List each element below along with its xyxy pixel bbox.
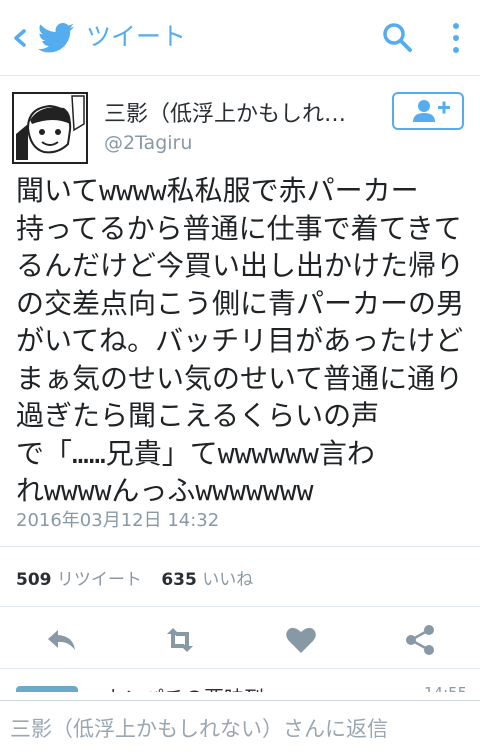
divider	[0, 668, 480, 669]
divider	[0, 606, 480, 607]
avatar-image	[14, 94, 86, 162]
divider	[0, 546, 480, 547]
tweet-line: 聞いてwwww私私服で赤パーカー	[16, 174, 419, 207]
tweet-line: 過ぎたら聞こえるくらいの声	[16, 399, 380, 432]
tweet-line: がいてね。バッチリ目があったけど	[16, 324, 464, 357]
back-icon[interactable]	[6, 22, 34, 54]
follow-user-icon	[413, 100, 450, 122]
tweet-author-header: 三影（低浮上かもしれ… @2Tagiru	[0, 86, 480, 166]
reply-input[interactable]: 三影（低浮上かもしれない）さんに返信	[10, 713, 388, 743]
author-name[interactable]: 三影（低浮上かもしれ…	[104, 96, 366, 128]
share-icon[interactable]	[402, 622, 438, 658]
tweet-actions	[0, 618, 480, 660]
retweet-count-label[interactable]: リツイート	[57, 570, 142, 590]
next-tweet-time: 14:55	[424, 684, 467, 692]
like-count[interactable]: 635	[161, 570, 197, 590]
tweet-line: れwwwwんっふwwwwwww	[16, 474, 314, 507]
tweet-text: 聞いてwwww私私服で赤パーカー 持ってるから普通に仕事で着てきて るんだけど今…	[16, 172, 472, 510]
avatar[interactable]	[12, 92, 88, 164]
tweet-stats: 509 リツイート 635 いいね	[16, 565, 253, 590]
tweet-line: まぁ気のせい気のせいて普通に通り	[16, 361, 464, 395]
author-handle[interactable]: @2Tagiru	[104, 132, 192, 154]
twitter-bird-icon[interactable]	[38, 22, 74, 54]
tweet-line: の交差点向こう側に青パーカーの男	[16, 286, 465, 320]
retweet-count[interactable]: 509	[16, 570, 52, 590]
tweet-line: 持ってるから普通に仕事で着てきて	[16, 211, 462, 245]
search-icon[interactable]	[380, 20, 414, 54]
page-title: ツイート	[86, 22, 187, 51]
avatar[interactable]	[16, 686, 78, 692]
tweet-timestamp: 2016年03月12日 14:32	[16, 510, 220, 531]
tweet-line: るんだけど今買い出し出かけた帰り	[16, 249, 465, 282]
retweet-icon[interactable]	[162, 622, 198, 658]
tweet-line: で「……兄貴」てwwwwww言わ	[16, 436, 375, 470]
follow-button[interactable]	[392, 92, 464, 130]
reply-bar[interactable]: 三影（低浮上かもしれない）さんに返信	[0, 700, 480, 756]
next-tweet-preview[interactable]: カンパチの要映到 14:55	[0, 672, 480, 692]
like-count-label[interactable]: いいね	[202, 570, 253, 590]
app-bar: ツイート	[0, 0, 480, 76]
next-tweet-author: カンパチの要映到	[104, 682, 264, 692]
reply-icon[interactable]	[44, 622, 80, 658]
more-vertical-icon[interactable]	[444, 18, 468, 58]
like-heart-icon[interactable]	[283, 622, 319, 658]
